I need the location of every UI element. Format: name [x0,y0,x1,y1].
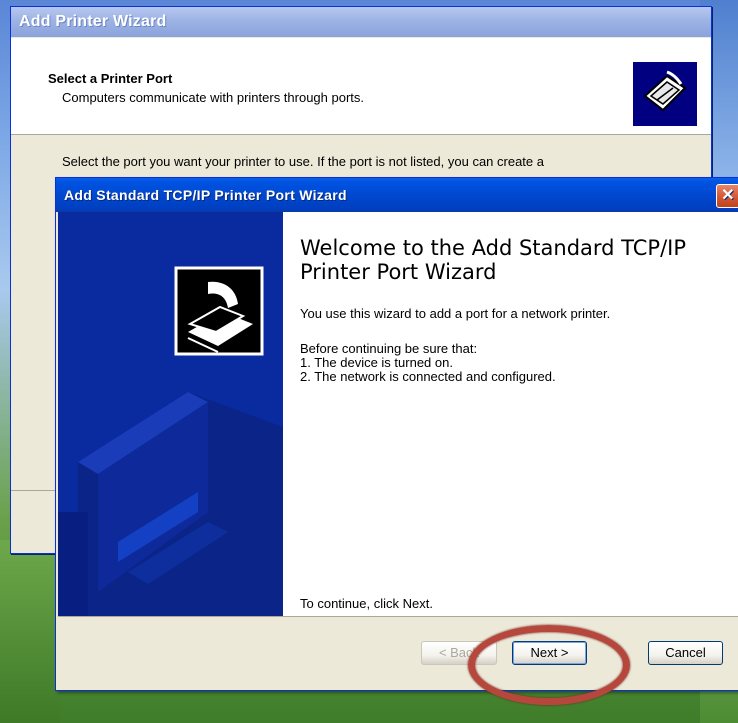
wizard-content-panel: Welcome to the Add Standard TCP/IP Print… [283,212,738,616]
intro-text: You use this wizard to add a port for a … [300,306,611,321]
continue-instruction: To continue, click Next. [300,596,433,611]
list-item: 2. The network is connected and configur… [300,369,556,384]
back-window-header: Select a Printer Port Computers communic… [11,38,711,135]
before-continuing-text: Before continuing be sure that: [300,341,478,356]
printer-icon [174,266,264,356]
back-window-title: Add Printer Wizard [19,13,167,30]
back-window-title-bar[interactable]: Add Printer Wizard [11,7,711,37]
back-header-title: Select a Printer Port [48,71,173,86]
printer-wizard-icon [633,62,697,126]
desktop-background-grass [0,540,60,723]
dialog-title-bar[interactable]: Add Standard TCP/IP Printer Port Wizard … [56,178,738,212]
dialog-separator [58,616,738,617]
close-button[interactable]: ✕ [716,184,738,208]
list-item: 1. The device is turned on. [300,355,453,370]
next-button[interactable]: Next > [512,641,587,665]
welcome-title: Welcome to the Add Standard TCP/IP Print… [300,236,687,284]
back-button[interactable]: < Back [421,641,497,665]
cancel-button[interactable]: Cancel [648,641,723,665]
dialog-title: Add Standard TCP/IP Printer Port Wizard [64,187,347,203]
back-header-subtitle: Computers communicate with printers thro… [62,90,365,105]
printer-banner-graphic [58,212,283,616]
tcpip-port-wizard-dialog: Add Standard TCP/IP Printer Port Wizard … [55,177,738,691]
wizard-side-banner [58,212,283,616]
back-body-text: Select the port you want your printer to… [62,154,544,169]
